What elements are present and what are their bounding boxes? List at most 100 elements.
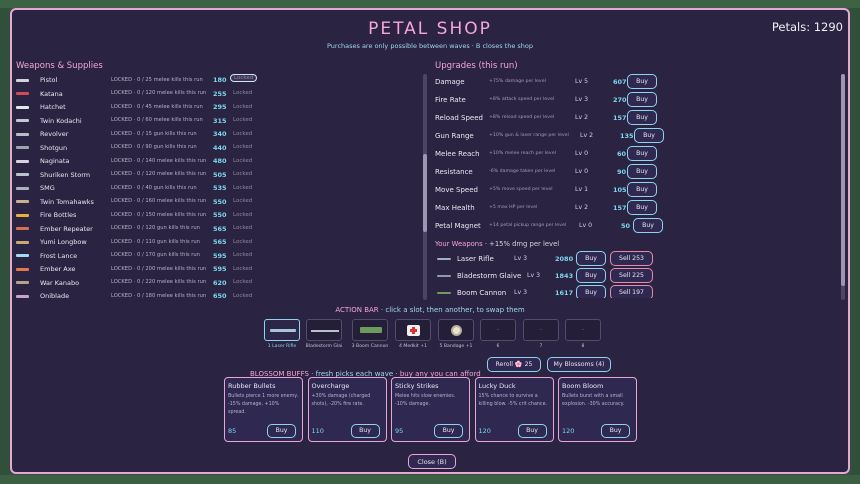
owned-weapon-sell-button[interactable]: Sell 225 <box>610 268 653 283</box>
upgrade-level: Lv 2 <box>575 204 589 211</box>
weapon-row[interactable]: Yumi Longbow LOCKED · 0 / 110 gun kills t… <box>16 236 421 250</box>
weapon-list-scrollbar[interactable] <box>423 74 427 300</box>
weapon-name: War Kanabo <box>40 278 80 287</box>
upgrade-cost: 607 <box>613 78 627 86</box>
weapon-row[interactable]: Ember Repeater LOCKED · 0 / 120 gun kills… <box>16 223 421 237</box>
owned-weapon-buy-button[interactable]: Buy <box>576 268 606 283</box>
weapon-row[interactable]: Shotgun LOCKED · 0 / 90 gun kills this ru… <box>16 142 421 156</box>
weapon-requirement: LOCKED · 0 / 150 melee kills this run <box>111 211 207 218</box>
weapon-row[interactable]: War Kanabo LOCKED · 0 / 220 melee kills t… <box>16 277 421 291</box>
upgrade-level: Lv 2 <box>575 114 589 121</box>
weapon-8-icon <box>16 185 32 191</box>
upgrade-list-scroll-thumb[interactable] <box>841 74 845 286</box>
your-weapons-title: Your Weapons <box>435 240 483 248</box>
upgrade-buy-button[interactable]: Buy <box>627 182 657 197</box>
weapon-row[interactable]: Pistol LOCKED · 0 / 25 melee kills this r… <box>16 74 421 88</box>
upgrade-buy-button[interactable]: Buy <box>627 164 657 179</box>
weapon-icon-shape <box>16 213 29 217</box>
upgrade-row: Petal Magnet +14 petal pickup range per l… <box>435 218 833 236</box>
cannon-icon <box>353 320 389 342</box>
upgrade-buy-button[interactable]: Buy <box>627 74 657 89</box>
upgrade-buy-button[interactable]: Buy <box>634 128 664 143</box>
weapon-row[interactable]: Shuriken Storm LOCKED · 0 / 120 melee kil… <box>16 169 421 183</box>
weapon-status: Locked <box>233 90 253 96</box>
weapon-row[interactable]: Twin Kodachi LOCKED · 0 / 60 melee kills … <box>16 115 421 129</box>
owned-weapon-name: Laser Rifle <box>457 255 494 263</box>
weapon-row[interactable]: Ember Axe LOCKED · 0 / 200 melee kills th… <box>16 263 421 277</box>
weapon-status: Locked <box>233 265 253 272</box>
laser-rifle-shape <box>270 329 296 332</box>
blossom-card-name: Lucky Duck <box>478 382 516 390</box>
upgrade-buy-button[interactable]: Buy <box>627 146 657 161</box>
action-slot-6[interactable]: - <box>480 319 516 341</box>
weapon-cost: 505 <box>213 170 227 179</box>
action-slot-8[interactable]: - <box>565 319 601 341</box>
blossom-card-name: Boom Bloom <box>562 382 604 390</box>
blossom-card: Lucky Duck 15% chance to survive a killin… <box>474 377 554 442</box>
reroll-button[interactable]: Reroll 🌸 25 <box>487 357 541 372</box>
upgrade-level: Lv 0 <box>579 222 593 229</box>
weapon-status: Locked <box>233 292 253 299</box>
action-slot-7[interactable]: - <box>523 319 559 341</box>
weapon-16-icon <box>16 293 32 298</box>
weapon-11-icon <box>16 226 32 232</box>
owned-weapon-buy-button[interactable]: Buy <box>576 285 606 298</box>
upgrade-buy-button[interactable]: Buy <box>627 92 657 107</box>
bandage-shape <box>451 325 462 336</box>
upgrade-buy-button[interactable]: Buy <box>633 218 663 233</box>
weapon-5-icon <box>16 145 32 151</box>
weapon-requirement: LOCKED · 0 / 110 gun kills this run <box>111 238 200 245</box>
action-slot-2[interactable] <box>306 319 342 341</box>
owned-weapon-buy-button[interactable]: Buy <box>576 251 606 266</box>
weapon-cost: 565 <box>213 238 227 246</box>
weapon-list-scroll-thumb[interactable] <box>423 154 427 232</box>
weapon-row[interactable]: Naginata LOCKED · 0 / 140 melee kills thi… <box>16 155 421 169</box>
upgrade-buy-button[interactable]: Buy <box>627 200 657 215</box>
owned-weapon-cost: 1843 <box>555 272 574 280</box>
owned-weapon-1-icon <box>437 275 451 277</box>
weapon-row[interactable]: Fire Bottles LOCKED · 0 / 150 melee kills… <box>16 209 421 223</box>
owned-weapon-sell-button[interactable]: Sell 197 <box>610 285 653 298</box>
upgrade-description: +8% attack speed per level <box>489 97 555 102</box>
upgrade-description: +75% damage per level <box>489 79 546 84</box>
action-slot-1[interactable] <box>264 319 300 341</box>
medkit-shape <box>407 325 420 336</box>
upgrade-list-scrollbar[interactable] <box>841 74 845 300</box>
weapon-9-icon <box>16 199 32 205</box>
weapon-icon-shape <box>16 92 29 95</box>
weapon-row[interactable]: Revolver LOCKED · 0 / 15 gun kills this r… <box>16 128 421 142</box>
weapon-list: Pistol LOCKED · 0 / 25 melee kills this r… <box>16 74 421 298</box>
weapon-row[interactable]: Hatchet LOCKED · 0 / 45 melee kills this … <box>16 101 421 115</box>
weapon-row[interactable]: Katana LOCKED · 0 / 120 melee kills this … <box>16 88 421 102</box>
blossom-buy-button[interactable]: Buy <box>601 424 630 438</box>
blossom-buy-button[interactable]: Buy <box>350 424 380 438</box>
weapon-name: SMG <box>40 184 55 192</box>
upgrade-row: Resistance -6% damage taken per level Lv 0… <box>435 164 833 182</box>
upgrade-description: +10% gun & laser range per level <box>489 133 569 138</box>
weapon-requirement: LOCKED · 0 / 160 melee kills this run <box>111 198 207 204</box>
blossom-buy-button[interactable]: Buy <box>434 424 463 438</box>
upgrade-buy-button[interactable]: Buy <box>627 110 657 125</box>
weapon-10-icon <box>16 212 32 218</box>
weapon-name: Pistol <box>40 76 58 84</box>
weapon-row[interactable]: Oniblade LOCKED · 0 / 180 melee kills thi… <box>16 290 421 298</box>
close-shop-button[interactable]: Close (B) <box>408 454 456 469</box>
action-bar-heading: ACTION BAR · click a slot, then another,… <box>12 306 848 314</box>
weapon-cost: 565 <box>213 224 227 233</box>
weapon-row[interactable]: SMG LOCKED · 0 / 40 gun kills this run 535… <box>16 182 421 196</box>
blossom-card-cost: 110 <box>311 427 324 435</box>
my-blossoms-button[interactable]: My Blossoms (4) <box>547 357 611 372</box>
upgrade-description: +8% reload speed per level <box>489 115 555 120</box>
action-slot-5[interactable] <box>438 319 474 341</box>
action-slot-3[interactable] <box>352 319 388 341</box>
action-slot-4[interactable] <box>395 319 431 341</box>
upgrade-row: Damage +75% damage per level Lv 5 607 Buy <box>435 74 833 92</box>
weapon-row[interactable]: Frost Lance LOCKED · 0 / 170 gun kills th… <box>16 250 421 264</box>
blossom-buy-button[interactable]: Buy <box>517 424 547 438</box>
owned-weapon-sell-button[interactable]: Sell 253 <box>610 251 653 266</box>
glaive-icon <box>307 320 343 342</box>
blossom-buy-button[interactable]: Buy <box>267 424 296 438</box>
weapon-row[interactable]: Twin Tomahawks LOCKED · 0 / 160 melee kil… <box>16 196 421 210</box>
upgrade-name: Gun Range <box>435 132 474 140</box>
upgrade-name: Melee Reach <box>435 150 480 158</box>
